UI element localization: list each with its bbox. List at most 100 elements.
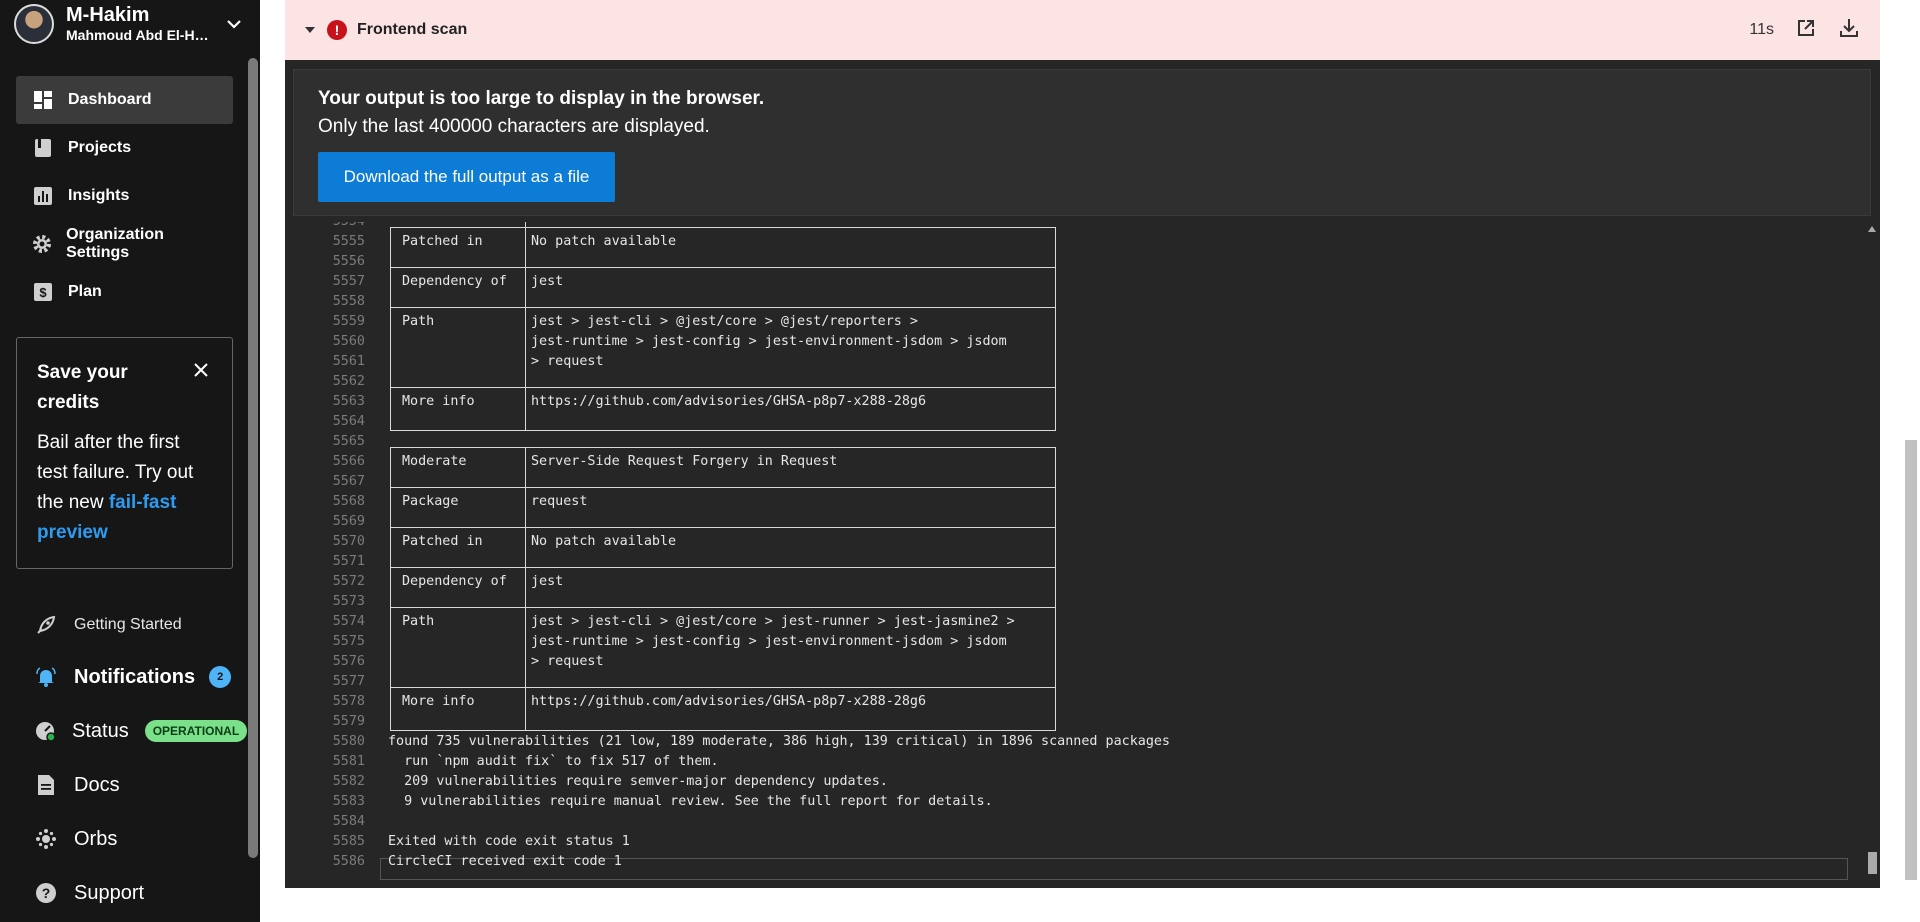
line-number: 5577 [332, 674, 365, 689]
line-text: 9 vulnerabilities require manual review.… [388, 794, 993, 809]
sidebar-item-notifications[interactable]: Notifications 2 [0, 650, 245, 704]
svg-text:?: ? [42, 885, 51, 901]
user-name: M-Hakim [66, 4, 150, 27]
step-header[interactable]: ! Frontend scan 11s [285, 0, 1880, 60]
line-text: CircleCI received exit code 1 [388, 854, 622, 869]
line-text: Path jest > jest-cli > @jest/core > @jes… [402, 314, 918, 329]
gear-icon [32, 233, 52, 255]
log-line: 5584 [285, 812, 1865, 832]
log-line: 5579 [285, 712, 1865, 732]
line-number: 5567 [332, 474, 365, 489]
line-text: jest-runtime > jest-config > jest-enviro… [402, 634, 1007, 649]
log-line: 5561 > request [285, 352, 1865, 372]
secondary-nav: Getting Started Notifications 2 Status O… [0, 600, 248, 920]
log-line: 5556 [285, 252, 1865, 272]
log-scroll-thumb[interactable] [1868, 852, 1877, 874]
line-number: 5586 [332, 854, 365, 869]
sidebar-scrollbar[interactable] [248, 58, 258, 858]
sidebar-item-dashboard[interactable]: Dashboard [16, 76, 233, 124]
org-switcher[interactable]: M-Hakim Mahmoud Abd El-Ha... [0, 0, 260, 48]
docs-icon [34, 773, 58, 797]
line-text: More info https://github.com/advisories/… [402, 694, 927, 709]
line-text: > request [402, 654, 604, 669]
line-number: 5569 [332, 514, 365, 529]
sidebar-item-organization-settings[interactable]: Organization Settings [16, 220, 233, 268]
log-line: 5569 [285, 512, 1865, 532]
log-line: 5564 [285, 412, 1865, 432]
log-line: 5576 > request [285, 652, 1865, 672]
line-text: Patched in No patch available [402, 534, 677, 549]
sidebar-item-status[interactable]: Status OPERATIONAL [0, 704, 248, 758]
sidebar-item-support[interactable]: ? Support [0, 866, 245, 920]
page-scrollbar[interactable] [1905, 440, 1917, 880]
log-line: 5560 jest-runtime > jest-config > jest-e… [285, 332, 1865, 352]
line-number: 5558 [332, 294, 365, 309]
avatar [14, 4, 54, 44]
log-line: 5559 Path jest > jest-cli > @jest/core > … [285, 312, 1865, 332]
log-line: 5568 Package request [285, 492, 1865, 512]
log-line: 5580 found 735 vulnerabilities (21 low, 1… [285, 732, 1865, 752]
rocket-icon [34, 613, 58, 637]
line-text: jest-runtime > jest-config > jest-enviro… [402, 334, 1007, 349]
sidebar-item-label: Plan [68, 283, 102, 300]
sidebar-item-label: Docs [74, 773, 120, 796]
line-number: 5576 [332, 654, 365, 669]
log-line: 5578 More info https://github.com/advisor… [285, 692, 1865, 712]
sidebar-item-docs[interactable]: Docs [0, 758, 245, 812]
log-line: 5558 [285, 292, 1865, 312]
log-line: 5574 Path jest > jest-cli > @jest/core > … [285, 612, 1865, 632]
download-icon[interactable] [1838, 17, 1860, 44]
notice-title: Your output is too large to display in t… [318, 88, 765, 109]
log-line: 5585 Exited with code exit status 1 [285, 832, 1865, 852]
sidebar: M-Hakim Mahmoud Abd El-Ha... Dashboard P… [0, 0, 260, 922]
caret-down-icon[interactable] [305, 27, 315, 33]
sidebar-item-projects[interactable]: Projects [16, 124, 233, 172]
chevron-down-icon[interactable] [222, 12, 246, 36]
line-number: 5579 [332, 714, 365, 729]
log-line: 5582 209 vulnerabilities require semver-… [285, 772, 1865, 792]
log-line: 5572 Dependency of jest [285, 572, 1865, 592]
line-number: 5564 [332, 414, 365, 429]
line-text: 209 vulnerabilities require semver-major… [388, 774, 888, 789]
user-info: M-Hakim Mahmoud Abd El-Ha... [66, 4, 222, 43]
close-icon[interactable] [192, 361, 210, 379]
sidebar-item-getting-started[interactable]: Getting Started [0, 600, 245, 650]
external-link-icon[interactable] [1796, 18, 1816, 43]
scroll-up-arrow-icon[interactable] [1868, 226, 1876, 232]
line-number: 5582 [332, 774, 365, 789]
orbs-icon [34, 827, 58, 851]
insights-icon [32, 185, 54, 207]
line-number: 5585 [332, 834, 365, 849]
log-line: 5575 jest-runtime > jest-config > jest-e… [285, 632, 1865, 652]
line-text: run `npm audit fix` to fix 517 of them. [388, 754, 719, 769]
bell-icon [34, 665, 58, 689]
log-line: 5557 Dependency of jest [285, 272, 1865, 292]
sidebar-item-orbs[interactable]: Orbs [0, 812, 245, 866]
sidebar-item-label: Support [74, 881, 145, 904]
line-number: 5584 [332, 814, 365, 829]
sidebar-item-insights[interactable]: Insights [16, 172, 233, 220]
notification-count-badge: 2 [209, 666, 232, 688]
line-number: 5578 [332, 694, 365, 709]
line-number: 5562 [332, 374, 365, 389]
status-badge: OPERATIONAL [144, 720, 248, 742]
line-number: 5559 [332, 314, 365, 329]
error-icon: ! [327, 20, 347, 40]
log-scrollbar[interactable] [1865, 222, 1880, 882]
line-number: 5571 [332, 554, 365, 569]
line-number: 5572 [332, 574, 365, 589]
step-actions: 11s [1749, 17, 1860, 44]
status-icon [34, 719, 56, 743]
sidebar-item-label: Organization Settings [66, 226, 164, 261]
credits-title: Save your credits [37, 362, 128, 413]
step-panel: ! Frontend scan 11s Your output is too l… [285, 0, 1880, 888]
sidebar-item-plan[interactable]: $ Plan [16, 268, 233, 316]
line-text: Path jest > jest-cli > @jest/core > jest… [402, 614, 1015, 629]
primary-nav: Dashboard Projects Insights Organization… [0, 76, 260, 316]
download-full-output-button[interactable]: Download the full output as a file [318, 152, 615, 202]
log-line: 5554 [285, 222, 1865, 232]
sidebar-item-label: Orbs [74, 827, 118, 850]
user-full-name: Mahmoud Abd El-Ha... [66, 27, 211, 44]
step-duration: 11s [1749, 21, 1774, 38]
log-line: 5571 [285, 552, 1865, 572]
